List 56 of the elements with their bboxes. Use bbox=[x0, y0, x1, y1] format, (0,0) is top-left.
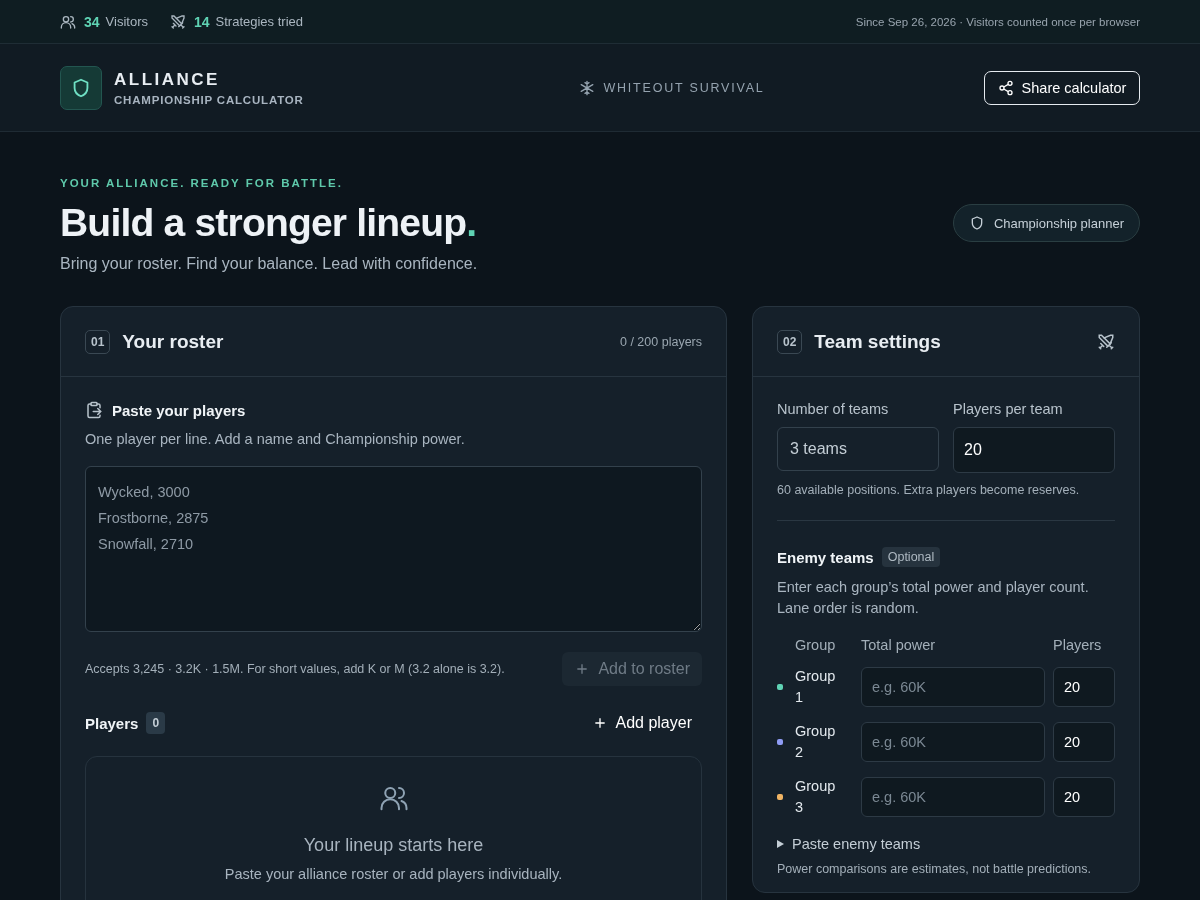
roster-input[interactable]: Wycked, 3000 Frostborne, 2875 Snowfall, 2710 bbox=[85, 466, 702, 632]
eyebrow-text: YOUR ALLIANCE. READY FOR BATTLE. bbox=[60, 177, 344, 189]
enemy-hint: Enter each group’s total power and player count. Lane order is random. bbox=[777, 578, 1090, 618]
users-icon bbox=[60, 13, 76, 30]
swords-icon bbox=[1097, 332, 1115, 351]
field-label: Players per team bbox=[953, 401, 1064, 417]
brand-subtitle: CHAMPIONSHIP CALCULATOR bbox=[114, 93, 304, 106]
add-player-button[interactable]: Add player bbox=[581, 708, 702, 738]
players-label: Players bbox=[85, 714, 139, 732]
group-players-input[interactable]: 20 bbox=[1053, 667, 1115, 707]
total-power-input[interactable]: e.g. 60K bbox=[861, 777, 1045, 817]
group-name: Group 3 bbox=[795, 777, 835, 817]
positions-note: 60 available positions. Extra players become reserves. bbox=[777, 483, 1081, 497]
format-note: Accepts 3,245 · 3.2K · 1.5M. For short values, add K or M (3.2 alone is 3.2). bbox=[85, 662, 505, 676]
optional-badge: Optional bbox=[881, 547, 941, 567]
player-count: 0 / 200 players bbox=[620, 334, 702, 349]
page-title: Build a stronger lineup. bbox=[60, 201, 478, 245]
column-header: Total power bbox=[861, 637, 937, 653]
column-header: Players bbox=[1053, 637, 1103, 653]
column-header: Group bbox=[795, 637, 837, 653]
stat-label: Strategies tried bbox=[215, 14, 303, 29]
players-count-badge: 0 bbox=[146, 712, 166, 734]
total-power-input[interactable]: e.g. 60K bbox=[861, 667, 1045, 707]
empty-title: Your lineup starts here bbox=[303, 835, 484, 856]
share-button[interactable]: Share calculator bbox=[984, 70, 1140, 105]
brand-title: ALLIANCE bbox=[114, 69, 221, 90]
card-title: Team settings bbox=[814, 330, 942, 353]
page-subtitle: Bring your roster. Find your balance. Lead with confidence. bbox=[60, 255, 478, 273]
share-icon bbox=[997, 79, 1014, 96]
swords-icon bbox=[169, 13, 186, 30]
paste-enemy-toggle[interactable]: Paste enemy teams bbox=[777, 836, 1115, 852]
group-players-input[interactable]: 20 bbox=[1053, 777, 1115, 817]
shield-logo-icon bbox=[60, 65, 102, 110]
group-name: Group 1 bbox=[795, 667, 835, 707]
step-number: 02 bbox=[777, 329, 803, 354]
stat-label: Visitors bbox=[105, 14, 148, 29]
section-title: Enemy teams bbox=[777, 548, 874, 566]
stat-value: 34 bbox=[84, 13, 100, 30]
teams-select[interactable]: 3 teams bbox=[777, 427, 939, 471]
card-title: Your roster bbox=[122, 330, 225, 353]
group-players-input[interactable]: 20 bbox=[1053, 722, 1115, 762]
snowflake-icon bbox=[579, 79, 596, 96]
group-name: Group 2 bbox=[795, 722, 835, 762]
clipboard-icon bbox=[85, 401, 103, 419]
disclaimer-text: Power comparisons are estimates, not battle predictions. bbox=[777, 862, 1093, 876]
planner-badge: Championship planner bbox=[952, 204, 1140, 242]
visitor-note: Since Sep 26, 2026 · Visitors counted once per browser bbox=[855, 15, 1140, 28]
field-label: Number of teams bbox=[777, 401, 890, 417]
step-number: 01 bbox=[85, 329, 111, 354]
total-power-input[interactable]: e.g. 60K bbox=[861, 722, 1045, 762]
section-title: Paste your players bbox=[112, 401, 246, 419]
stat-value: 14 bbox=[193, 13, 210, 30]
players-per-team-input[interactable]: 20 bbox=[953, 427, 1115, 473]
game-name: WHITEOUT SURVIVAL bbox=[603, 80, 765, 95]
paste-hint: One player per line. Add a name and Championship power. bbox=[85, 430, 466, 449]
empty-text: Paste your alliance roster or add players individually. bbox=[224, 866, 563, 882]
